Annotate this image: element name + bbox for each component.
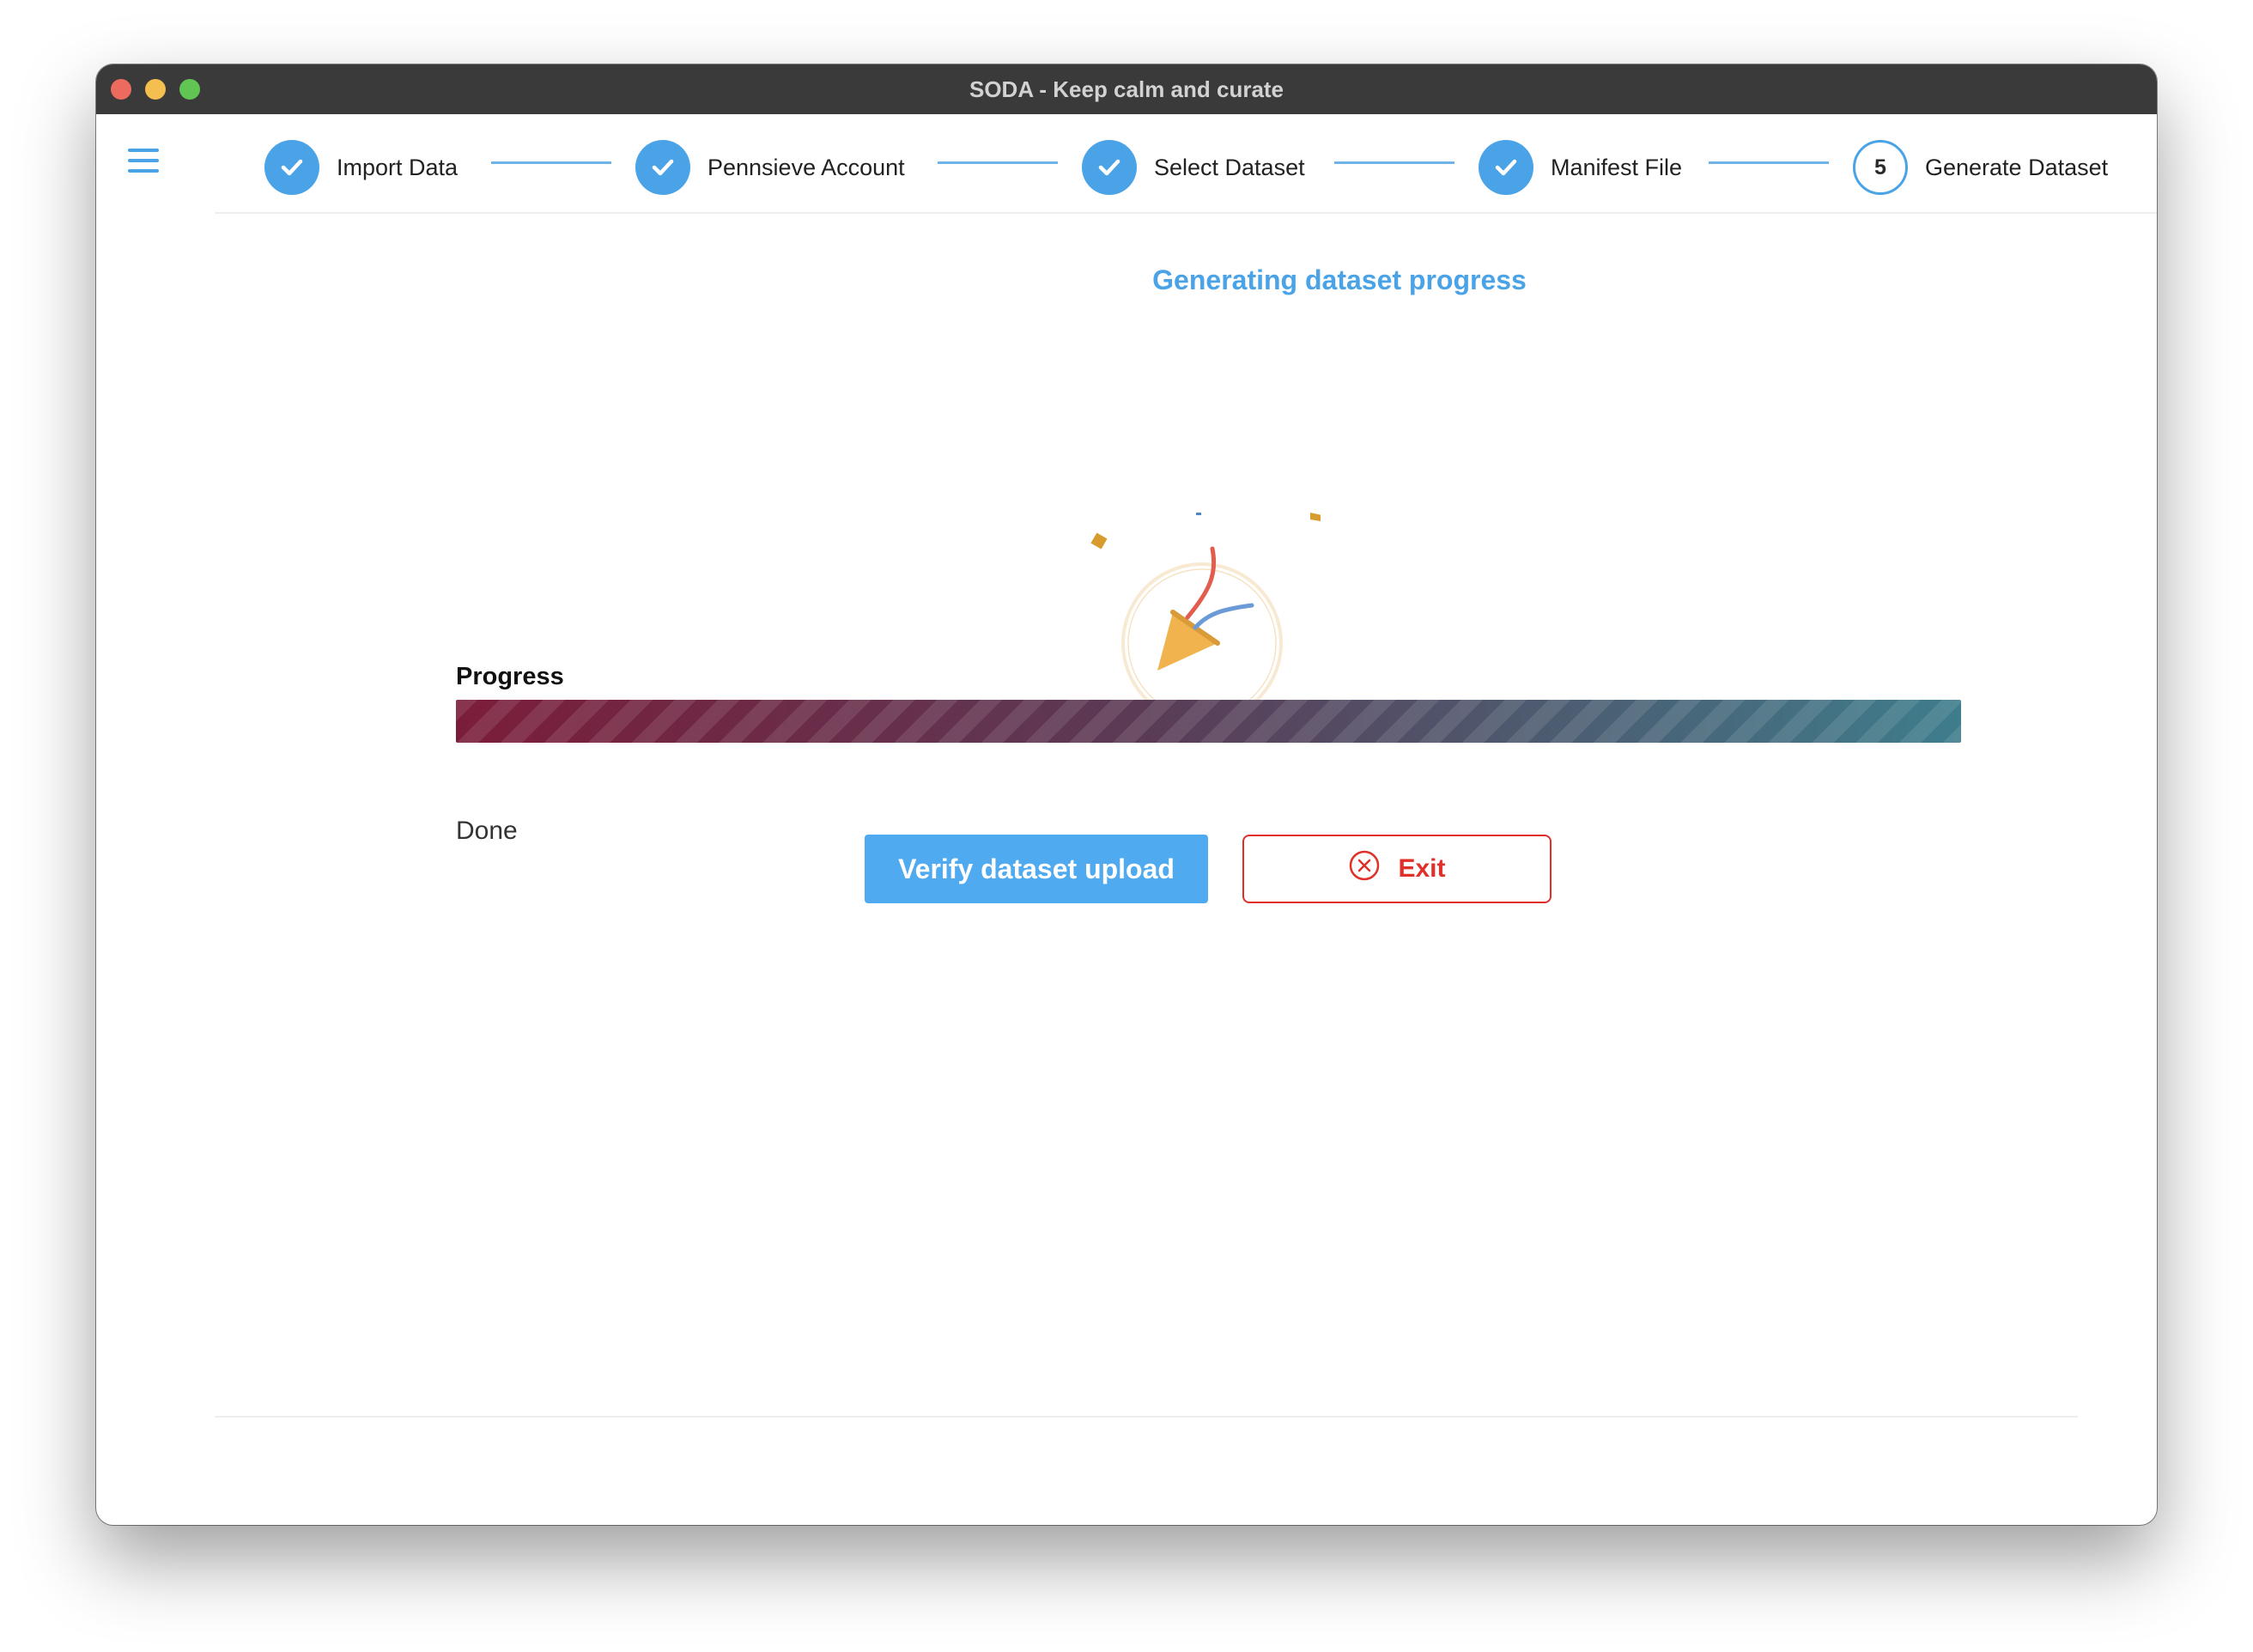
step-label: Import Data (337, 155, 458, 180)
hamburger-menu-icon[interactable] (127, 143, 161, 178)
step-label: Select Dataset (1154, 155, 1305, 180)
step-label: Manifest File (1551, 155, 1683, 180)
checkmark-icon (1479, 140, 1533, 195)
circle-x-icon (1348, 849, 1381, 889)
page-title: Generating dataset progress (1152, 264, 1527, 295)
progress-bar (456, 700, 1961, 743)
window-title: SODA - Keep calm and curate (969, 76, 1284, 102)
verify-dataset-upload-button[interactable]: Verify dataset upload (865, 835, 1208, 903)
checkmark-icon (635, 140, 690, 195)
step-number: 5 (1853, 140, 1908, 195)
checkmark-icon (264, 140, 319, 195)
footer-divider (215, 1416, 2078, 1418)
step-label: Generate Dataset (1925, 155, 2109, 180)
verify-button-label: Verify dataset upload (898, 853, 1175, 884)
exit-button-label: Exit (1398, 854, 1446, 883)
progress-bar-fill (456, 700, 1961, 743)
exit-button[interactable]: Exit (1242, 835, 1552, 903)
step-label: Pennsieve Account (707, 155, 905, 180)
progress-label: Progress (456, 663, 564, 690)
step-connector (1334, 161, 1454, 164)
checkmark-icon (1082, 140, 1137, 195)
step-connector (491, 161, 611, 164)
progress-status: Done (456, 817, 518, 845)
step-connector (1709, 161, 1829, 164)
header-divider (215, 212, 2157, 214)
title-bar[interactable]: SODA - Keep calm and curate (96, 64, 2157, 114)
app-window: SODA - Keep calm and curate Import Data … (96, 64, 2157, 1525)
step-connector (938, 161, 1058, 164)
party-popper-icon (1080, 437, 1322, 724)
